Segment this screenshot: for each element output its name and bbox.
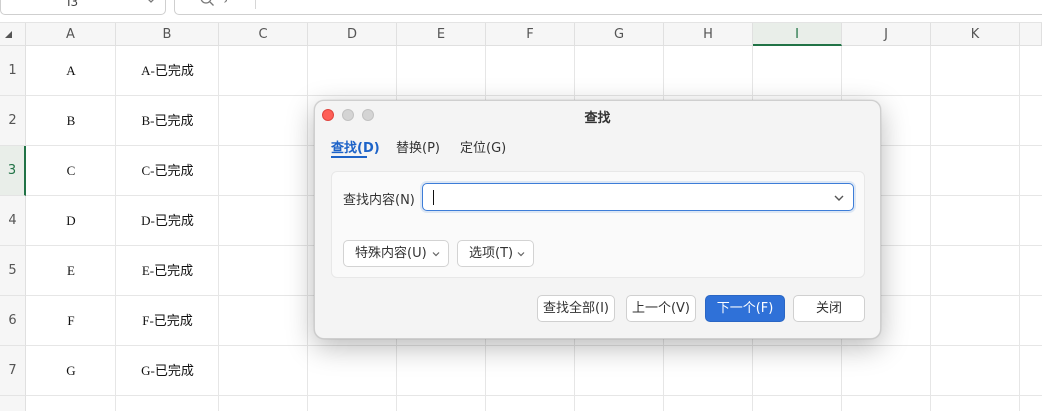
formula-separator xyxy=(255,0,256,9)
column-header-h[interactable]: H xyxy=(664,23,753,46)
find-next-button[interactable]: 下一个(F) xyxy=(705,295,785,322)
find-previous-button[interactable]: 上一个(V) xyxy=(626,295,696,322)
cell-a2[interactable]: B xyxy=(26,96,116,146)
name-box[interactable]: I3 xyxy=(0,0,166,15)
find-dialog: 查找 查找(D) 替换(P) 定位(G) 查找内容(N) 特殊内容(U) 选项(… xyxy=(314,100,881,339)
chevron-down-icon[interactable] xyxy=(833,192,845,204)
row-header-6[interactable]: 6 xyxy=(0,296,26,346)
cell-b7[interactable]: G-已完成 xyxy=(116,346,219,396)
fx-icon[interactable]: fx xyxy=(225,0,237,4)
options-button[interactable]: 选项(T) xyxy=(457,240,534,267)
special-content-label: 特殊内容(U) xyxy=(355,246,427,261)
column-header-c[interactable]: C xyxy=(219,23,308,46)
find-all-button[interactable]: 查找全部(I) xyxy=(537,295,615,322)
cell-b6[interactable]: F-已完成 xyxy=(116,296,219,346)
grid-column-line xyxy=(1019,46,1020,411)
text-caret xyxy=(433,190,434,205)
cell-b4[interactable]: D-已完成 xyxy=(116,196,219,246)
column-header-g[interactable]: G xyxy=(575,23,664,46)
chevron-down-icon xyxy=(517,252,525,257)
cell-b2[interactable]: B-已完成 xyxy=(116,96,219,146)
formula-input[interactable]: fx xyxy=(174,0,1042,15)
row-header-partial[interactable] xyxy=(0,396,26,411)
zoom-icon[interactable] xyxy=(199,0,215,7)
cell-a5[interactable]: E xyxy=(26,246,116,296)
cell-a3[interactable]: C xyxy=(26,146,116,196)
close-button[interactable]: 关闭 xyxy=(793,295,865,322)
select-all-icon xyxy=(5,31,12,38)
find-panel: 查找内容(N) 特殊内容(U) 选项(T) xyxy=(331,171,865,278)
cell-a1[interactable]: A xyxy=(26,46,116,96)
row-header-7[interactable]: 7 xyxy=(0,346,26,396)
row-header-2[interactable]: 2 xyxy=(0,96,26,146)
row-header-3[interactable]: 3 xyxy=(0,146,26,196)
column-header-partial[interactable] xyxy=(1020,23,1042,46)
grid-column-line xyxy=(307,46,308,411)
column-header-i[interactable]: I xyxy=(753,23,842,46)
grid-column-line xyxy=(930,46,931,411)
column-header-k[interactable]: K xyxy=(931,23,1020,46)
column-header-a[interactable]: A xyxy=(26,23,116,46)
cell-b1[interactable]: A-已完成 xyxy=(116,46,219,96)
column-header-b[interactable]: B xyxy=(116,23,219,46)
cell-b3[interactable]: C-已完成 xyxy=(116,146,219,196)
cell-a6[interactable]: F xyxy=(26,296,116,346)
find-content-input[interactable] xyxy=(422,183,854,211)
tab-goto[interactable]: 定位(G) xyxy=(460,137,506,156)
column-header-f[interactable]: F xyxy=(486,23,575,46)
column-header-e[interactable]: E xyxy=(397,23,486,46)
row-header-4[interactable]: 4 xyxy=(0,196,26,246)
cell-a4[interactable]: D xyxy=(26,196,116,246)
name-box-value: I3 xyxy=(67,0,79,9)
find-content-label: 查找内容(N) xyxy=(343,193,415,208)
column-header-j[interactable]: J xyxy=(842,23,931,46)
active-tab-indicator xyxy=(331,156,367,158)
row-header-5[interactable]: 5 xyxy=(0,246,26,296)
special-content-button[interactable]: 特殊内容(U) xyxy=(343,240,449,267)
dialog-title: 查找 xyxy=(584,111,611,126)
dialog-titlebar[interactable]: 查找 xyxy=(315,101,880,129)
options-label: 选项(T) xyxy=(469,246,514,261)
cell-b5[interactable]: E-已完成 xyxy=(116,246,219,296)
cell-a7[interactable]: G xyxy=(26,346,116,396)
chevron-down-icon[interactable] xyxy=(145,0,157,6)
row-header-1[interactable]: 1 xyxy=(0,46,26,96)
column-header-d[interactable]: D xyxy=(308,23,397,46)
chevron-down-icon xyxy=(432,252,440,257)
tab-find[interactable]: 查找(D) xyxy=(331,137,380,156)
select-all-corner[interactable] xyxy=(0,23,26,46)
formula-bar: I3 fx xyxy=(0,0,1042,15)
tab-replace[interactable]: 替换(P) xyxy=(396,137,440,156)
